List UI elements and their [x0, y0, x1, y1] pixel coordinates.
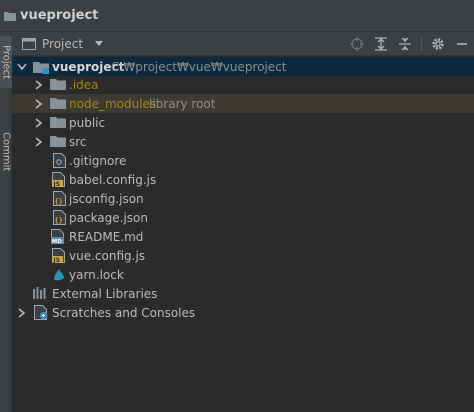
tree-row-readme[interactable]: MD README.md — [12, 227, 474, 246]
svg-text:JS: JS — [53, 257, 61, 263]
tree-label-yarn-lock: yarn.lock — [69, 267, 124, 282]
tree-row-vue-config[interactable]: JS vue.config.js — [12, 246, 474, 265]
options-button[interactable] — [426, 32, 450, 56]
tree-label-readme: README.md — [69, 229, 144, 244]
chevron-right-icon[interactable] — [34, 136, 44, 147]
view-selector-label[interactable]: Project — [42, 37, 83, 51]
tree-label-gitignore: .gitignore — [69, 153, 127, 168]
tree-row-src[interactable]: src — [12, 132, 474, 151]
folder-icon — [50, 115, 66, 131]
tree-label-public: public — [69, 115, 106, 130]
svg-text:{}: {} — [54, 198, 62, 206]
folder-icon — [4, 11, 16, 21]
tree-row-package-json[interactable]: {} package.json — [12, 208, 474, 227]
chevron-right-icon[interactable] — [34, 79, 44, 90]
scratches-icon — [33, 305, 49, 321]
left-tool-strip: Project Commit — [0, 32, 12, 412]
tree-row-external-libraries[interactable]: External Libraries — [12, 284, 474, 303]
tab-commit-label: Commit — [0, 132, 12, 172]
tree-label-external-libraries: External Libraries — [52, 286, 158, 301]
chevron-right-icon[interactable] — [17, 307, 27, 318]
js-file-icon: JS — [51, 172, 67, 188]
folder-icon — [50, 134, 66, 150]
gear-icon — [432, 38, 444, 50]
tree-label-idea: .idea — [69, 77, 99, 92]
project-title: vueproject — [20, 8, 99, 23]
project-folder-icon — [33, 59, 49, 75]
tree-row-babel-config[interactable]: JS babel.config.js — [12, 170, 474, 189]
svg-text:{}: {} — [54, 217, 62, 225]
chevron-right-icon[interactable] — [34, 117, 44, 128]
tree-row-gitignore[interactable]: .gitignore — [12, 151, 474, 170]
tree-row-jsconfig[interactable]: {} jsconfig.json — [12, 189, 474, 208]
svg-text:JS: JS — [53, 181, 61, 187]
tree-row-idea[interactable]: .idea — [12, 75, 474, 94]
title-bar: vueproject — [0, 0, 474, 32]
tree-row-root[interactable]: vueproject C:₩project₩vue₩vueproject — [12, 57, 474, 76]
chevron-down-icon[interactable] — [17, 62, 27, 72]
tree-row-scratches[interactable]: Scratches and Consoles — [12, 303, 474, 322]
expand-all-icon — [375, 37, 387, 51]
tree-label-package-json: package.json — [69, 210, 149, 225]
tab-commit[interactable]: Commit — [0, 124, 12, 180]
tab-project[interactable]: Project — [0, 36, 12, 88]
tree-label-vue-config: vue.config.js — [69, 248, 146, 263]
chevron-right-icon[interactable] — [34, 98, 44, 109]
tree-label-scratches: Scratches and Consoles — [52, 305, 196, 320]
toolbar-divider — [421, 37, 422, 51]
root-path: C:₩project₩vue₩vueproject — [111, 59, 287, 74]
tree-row-node-modules[interactable]: node_modules library root — [12, 94, 474, 113]
tree-row-yarn-lock[interactable]: yarn.lock — [12, 265, 474, 284]
chevron-down-icon[interactable] — [95, 40, 104, 47]
gitignore-file-icon — [51, 153, 67, 169]
markdown-file-icon: MD — [50, 229, 66, 245]
json-file-icon: {} — [51, 191, 67, 207]
tree-label-jsconfig: jsconfig.json — [69, 191, 144, 206]
tree-label-node-modules: node_modules — [69, 96, 157, 111]
crosshair-icon — [350, 37, 364, 51]
project-tree: vueproject C:₩project₩vue₩vueproject .id… — [12, 56, 474, 412]
collapse-all-button[interactable] — [393, 32, 417, 56]
minimize-icon — [457, 43, 467, 45]
tab-project-label: Project — [0, 44, 12, 80]
yarn-icon — [51, 267, 67, 283]
folder-icon — [50, 77, 66, 93]
tree-row-public[interactable]: public — [12, 113, 474, 132]
library-icon — [32, 286, 48, 302]
svg-text:MD: MD — [51, 239, 61, 244]
tree-label-src: src — [69, 134, 87, 149]
json-file-icon: {} — [51, 210, 67, 226]
hide-button[interactable] — [450, 32, 474, 56]
tree-label-babel-config: babel.config.js — [69, 172, 157, 187]
project-view-icon — [22, 37, 36, 50]
js-file-icon: JS — [51, 248, 67, 264]
library-root-hint: library root — [149, 96, 216, 111]
expand-all-button[interactable] — [369, 32, 393, 56]
collapse-all-icon — [399, 37, 411, 51]
project-toolwindow-header: Project — [12, 32, 474, 56]
select-opened-file-button[interactable] — [345, 32, 369, 56]
folder-icon — [50, 96, 66, 112]
